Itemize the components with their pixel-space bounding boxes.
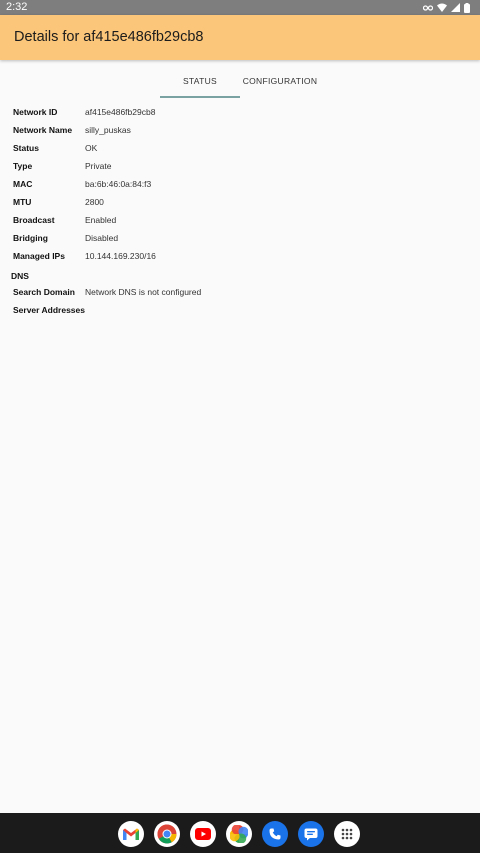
status-bar: 2:32 xyxy=(0,0,480,15)
detail-row: Managed IPs 10.144.169.230/16 xyxy=(0,247,480,265)
app-dock xyxy=(118,821,360,847)
detail-key: Broadcast xyxy=(13,215,55,225)
chrome-icon[interactable] xyxy=(154,821,180,847)
detail-row: Server Addresses xyxy=(0,301,480,319)
detail-value: ba:6b:46:0a:84:f3 xyxy=(85,179,152,189)
detail-value: Enabled xyxy=(85,215,117,225)
photos-icon[interactable] xyxy=(226,821,252,847)
battery-icon xyxy=(464,2,470,13)
status-icons xyxy=(423,2,470,13)
detail-row: Network Name silly_puskas xyxy=(0,121,480,139)
detail-row: Network ID af415e486fb29cb8 xyxy=(0,103,480,121)
detail-key: Network ID xyxy=(13,107,58,117)
detail-key: Managed IPs xyxy=(13,251,65,261)
detail-value: Disabled xyxy=(85,233,119,243)
app-bar: Details for af415e486fb29cb8 xyxy=(0,15,480,60)
page-title: Details for af415e486fb29cb8 xyxy=(14,29,204,45)
detail-row: Broadcast Enabled xyxy=(0,211,480,229)
gmail-icon[interactable] xyxy=(118,821,144,847)
detail-value: 10.144.169.230/16 xyxy=(85,251,156,261)
tab-status[interactable]: STATUS xyxy=(160,68,240,98)
navigation-bar xyxy=(0,813,480,853)
detail-key: Network Name xyxy=(13,125,73,135)
detail-key: Type xyxy=(13,161,33,171)
detail-key: MAC xyxy=(13,179,33,189)
detail-row: Type Private xyxy=(0,157,480,175)
app-drawer-icon[interactable] xyxy=(334,821,360,847)
link-icon xyxy=(423,4,433,11)
phone-icon[interactable] xyxy=(262,821,288,847)
detail-key: Server Addresses xyxy=(13,305,85,315)
wifi-icon xyxy=(437,3,447,12)
messages-icon[interactable] xyxy=(298,821,324,847)
detail-value: OK xyxy=(85,143,98,153)
detail-value: silly_puskas xyxy=(85,125,131,135)
detail-row: MAC ba:6b:46:0a:84:f3 xyxy=(0,175,480,193)
detail-value: Private xyxy=(85,161,112,171)
detail-value: af415e486fb29cb8 xyxy=(85,107,156,117)
detail-key: Status xyxy=(13,143,39,153)
detail-value: Network DNS is not configured xyxy=(85,287,202,297)
detail-row: Search Domain Network DNS is not configu… xyxy=(0,283,480,301)
detail-value: 2800 xyxy=(85,197,104,207)
status-time: 2:32 xyxy=(6,1,28,13)
tab-indicator xyxy=(160,96,240,98)
detail-key: Bridging xyxy=(13,233,48,243)
signal-icon xyxy=(451,3,460,12)
detail-key: Search Domain xyxy=(13,287,75,297)
detail-row: Bridging Disabled xyxy=(0,229,480,247)
detail-row: MTU 2800 xyxy=(0,193,480,211)
detail-row: Status OK xyxy=(0,139,480,157)
tab-configuration[interactable]: CONFIGURATION xyxy=(240,68,320,98)
tab-bar: STATUS CONFIGURATION xyxy=(160,68,320,98)
detail-key: MTU xyxy=(13,197,32,207)
youtube-icon[interactable] xyxy=(190,821,216,847)
